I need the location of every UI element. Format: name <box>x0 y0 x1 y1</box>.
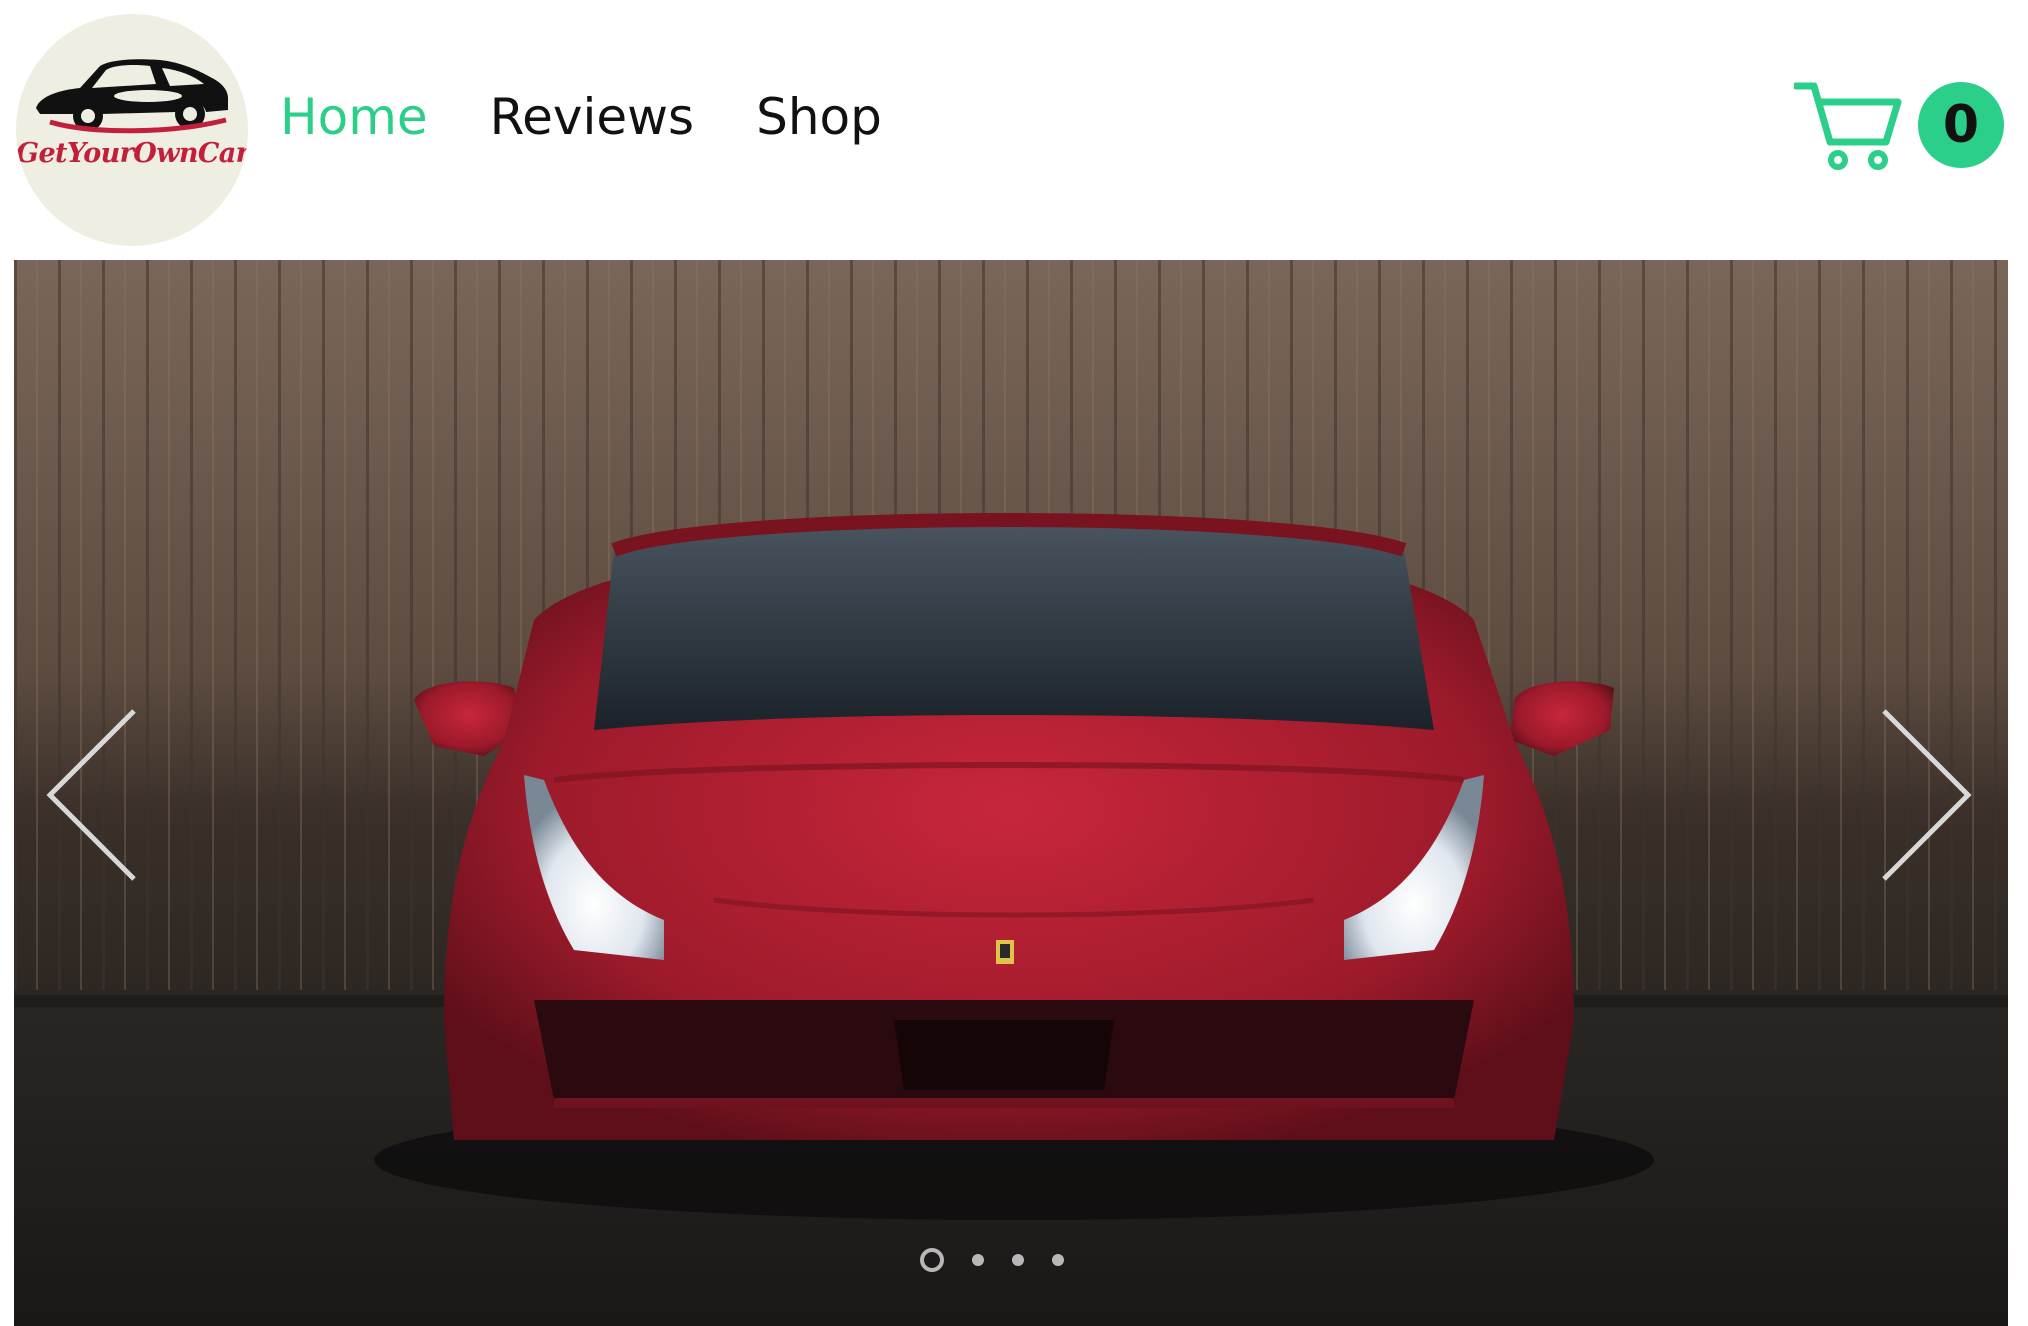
slideshow-pagination <box>920 1248 1064 1272</box>
chevron-right-icon <box>1882 709 1972 881</box>
nav-item-shop[interactable]: Shop <box>756 92 882 142</box>
hero-slideshow[interactable] <box>14 260 2008 1326</box>
cart-icon <box>1794 82 1902 170</box>
classic-car-icon <box>36 59 228 134</box>
cart-button[interactable]: 0 <box>1794 80 2012 180</box>
nav-item-home[interactable]: Home <box>280 92 428 142</box>
chevron-left-icon <box>46 709 136 881</box>
slide-dot-2[interactable] <box>972 1254 984 1266</box>
cart-count-badge: 0 <box>1918 82 2004 168</box>
site-header: GetYourOwnCar Home Reviews Shop 0 <box>0 0 2028 258</box>
red-sports-car-image <box>14 260 2008 1326</box>
slide-dot-3[interactable] <box>1012 1254 1024 1266</box>
brand-logo-text: GetYourOwnCar <box>16 138 248 169</box>
slideshow-prev-button[interactable] <box>40 707 140 883</box>
main-nav: Home Reviews Shop <box>280 92 882 142</box>
slide-dot-1[interactable] <box>920 1248 944 1272</box>
nav-item-reviews[interactable]: Reviews <box>490 92 694 142</box>
brand-logo[interactable]: GetYourOwnCar <box>16 14 248 246</box>
slideshow-next-button[interactable] <box>1878 707 1978 883</box>
slide-dot-4[interactable] <box>1052 1254 1064 1266</box>
